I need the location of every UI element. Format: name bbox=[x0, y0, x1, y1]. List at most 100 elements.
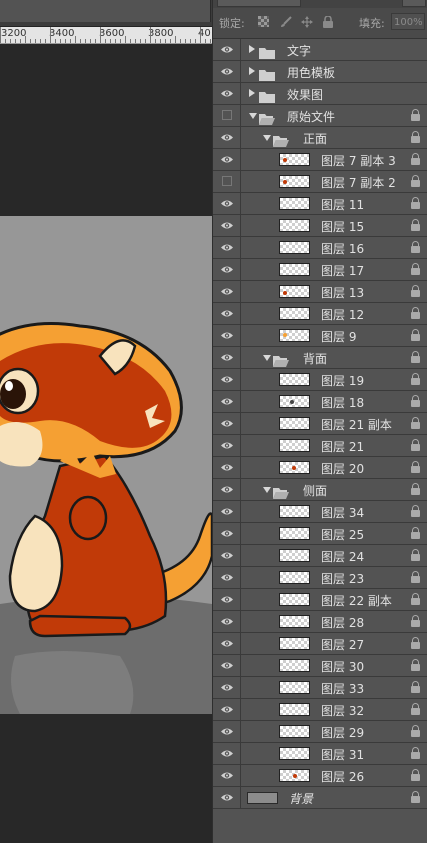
collapse-arrow-icon[interactable] bbox=[263, 135, 271, 141]
layer-thumbnail bbox=[279, 703, 310, 716]
visibility-toggle[interactable] bbox=[213, 699, 241, 720]
layer-row[interactable]: 用色模板 bbox=[213, 61, 427, 83]
visibility-toggle[interactable] bbox=[213, 347, 241, 368]
visibility-toggle[interactable] bbox=[213, 765, 241, 786]
visibility-toggle[interactable] bbox=[213, 237, 241, 258]
visibility-toggle[interactable] bbox=[213, 193, 241, 214]
visibility-toggle[interactable] bbox=[213, 259, 241, 280]
visibility-toggle[interactable] bbox=[213, 787, 241, 808]
fill-input[interactable]: 100% bbox=[391, 13, 425, 30]
visibility-toggle[interactable] bbox=[213, 677, 241, 698]
layer-row[interactable]: 图层 26 bbox=[213, 765, 427, 787]
layer-row[interactable]: 原始文件 bbox=[213, 105, 427, 127]
layer-row[interactable]: 侧面 bbox=[213, 479, 427, 501]
layer-row[interactable]: 效果图 bbox=[213, 83, 427, 105]
visibility-toggle[interactable] bbox=[213, 523, 241, 544]
layer-row[interactable]: 图层 9 bbox=[213, 325, 427, 347]
horizontal-ruler[interactable]: 3200 3400 3600 3800 40 bbox=[0, 27, 212, 44]
expand-arrow-icon[interactable] bbox=[249, 45, 255, 53]
lock-all-icon[interactable] bbox=[321, 15, 334, 29]
layer-row[interactable]: 图层 32 bbox=[213, 699, 427, 721]
layer-row[interactable]: 图层 31 bbox=[213, 743, 427, 765]
visibility-toggle[interactable] bbox=[213, 501, 241, 522]
layer-row[interactable]: 背景 bbox=[213, 787, 427, 809]
layer-row[interactable]: 正面 bbox=[213, 127, 427, 149]
visibility-toggle[interactable] bbox=[213, 457, 241, 478]
visibility-toggle[interactable] bbox=[213, 633, 241, 654]
layer-row[interactable]: 图层 25 bbox=[213, 523, 427, 545]
layer-row[interactable]: 图层 20 bbox=[213, 457, 427, 479]
lock-paint-icon[interactable] bbox=[279, 16, 292, 29]
visibility-toggle[interactable] bbox=[213, 83, 241, 104]
layer-row[interactable]: 图层 7 副本 3 bbox=[213, 149, 427, 171]
visibility-toggle[interactable] bbox=[213, 567, 241, 588]
visibility-toggle[interactable] bbox=[213, 325, 241, 346]
layer-row[interactable]: 图层 33 bbox=[213, 677, 427, 699]
visibility-toggle[interactable] bbox=[213, 61, 241, 82]
visibility-toggle[interactable] bbox=[213, 303, 241, 324]
layer-row[interactable]: 图层 19 bbox=[213, 369, 427, 391]
layer-row[interactable]: 背面 bbox=[213, 347, 427, 369]
layer-row[interactable]: 图层 24 bbox=[213, 545, 427, 567]
layer-row[interactable]: 图层 28 bbox=[213, 611, 427, 633]
visibility-toggle[interactable] bbox=[213, 171, 241, 192]
visibility-toggle[interactable] bbox=[213, 215, 241, 236]
layer-row[interactable]: 图层 12 bbox=[213, 303, 427, 325]
layer-row[interactable]: 图层 17 bbox=[213, 259, 427, 281]
visibility-toggle[interactable] bbox=[213, 743, 241, 764]
expand-arrow-icon[interactable] bbox=[249, 89, 255, 97]
layer-row[interactable]: 图层 15 bbox=[213, 215, 427, 237]
lock-move-icon[interactable] bbox=[300, 16, 313, 29]
ruler-tick bbox=[155, 39, 156, 43]
canvas-area[interactable]: 3200 3400 3600 3800 40 bbox=[0, 0, 212, 843]
layer-row[interactable]: 图层 11 bbox=[213, 193, 427, 215]
collapse-arrow-icon[interactable] bbox=[263, 487, 271, 493]
ruler-tick bbox=[30, 39, 31, 43]
visibility-toggle[interactable] bbox=[213, 655, 241, 676]
layer-row[interactable]: 文字 bbox=[213, 39, 427, 61]
layer-thumbnail bbox=[279, 329, 310, 342]
visibility-toggle[interactable] bbox=[213, 589, 241, 610]
layer-row[interactable]: 图层 27 bbox=[213, 633, 427, 655]
visibility-toggle[interactable] bbox=[213, 127, 241, 148]
visibility-toggle[interactable] bbox=[213, 149, 241, 170]
visibility-toggle[interactable] bbox=[213, 479, 241, 500]
layer-row[interactable]: 图层 7 副本 2 bbox=[213, 171, 427, 193]
layer-name: 图层 31 bbox=[321, 748, 365, 762]
ruler-tick bbox=[160, 39, 161, 43]
layer-row[interactable]: 图层 21 bbox=[213, 435, 427, 457]
lock-icon bbox=[411, 395, 420, 407]
visibility-toggle[interactable] bbox=[213, 39, 241, 60]
layer-row[interactable]: 图层 23 bbox=[213, 567, 427, 589]
collapse-arrow-icon[interactable] bbox=[249, 113, 257, 119]
visibility-toggle[interactable] bbox=[213, 281, 241, 302]
layer-row[interactable]: 图层 34 bbox=[213, 501, 427, 523]
panel-top-controls bbox=[213, 0, 427, 8]
visibility-toggle[interactable] bbox=[213, 413, 241, 434]
blend-mode-dropdown[interactable] bbox=[217, 0, 301, 7]
visibility-toggle[interactable] bbox=[213, 545, 241, 566]
opacity-dropdown[interactable] bbox=[402, 0, 426, 7]
visibility-toggle[interactable] bbox=[213, 105, 241, 126]
visibility-toggle[interactable] bbox=[213, 435, 241, 456]
ruler-tick bbox=[70, 39, 71, 43]
layer-row[interactable]: 图层 13 bbox=[213, 281, 427, 303]
layer-thumbnail bbox=[279, 197, 310, 210]
visibility-toggle[interactable] bbox=[213, 369, 241, 390]
document-tab[interactable] bbox=[0, 0, 211, 22]
layer-name: 图层 20 bbox=[321, 462, 365, 476]
layer-row[interactable]: 图层 18 bbox=[213, 391, 427, 413]
visibility-toggle[interactable] bbox=[213, 611, 241, 632]
lock-transparent-icon[interactable] bbox=[257, 16, 270, 29]
layer-row[interactable]: 图层 21 副本 bbox=[213, 413, 427, 435]
lock-icon bbox=[411, 461, 420, 473]
visibility-toggle[interactable] bbox=[213, 391, 241, 412]
visibility-toggle[interactable] bbox=[213, 721, 241, 742]
layer-row[interactable]: 图层 22 副本 bbox=[213, 589, 427, 611]
layer-row[interactable]: 图层 16 bbox=[213, 237, 427, 259]
document-canvas[interactable] bbox=[0, 216, 212, 714]
expand-arrow-icon[interactable] bbox=[249, 67, 255, 75]
layer-row[interactable]: 图层 30 bbox=[213, 655, 427, 677]
layer-row[interactable]: 图层 29 bbox=[213, 721, 427, 743]
collapse-arrow-icon[interactable] bbox=[263, 355, 271, 361]
